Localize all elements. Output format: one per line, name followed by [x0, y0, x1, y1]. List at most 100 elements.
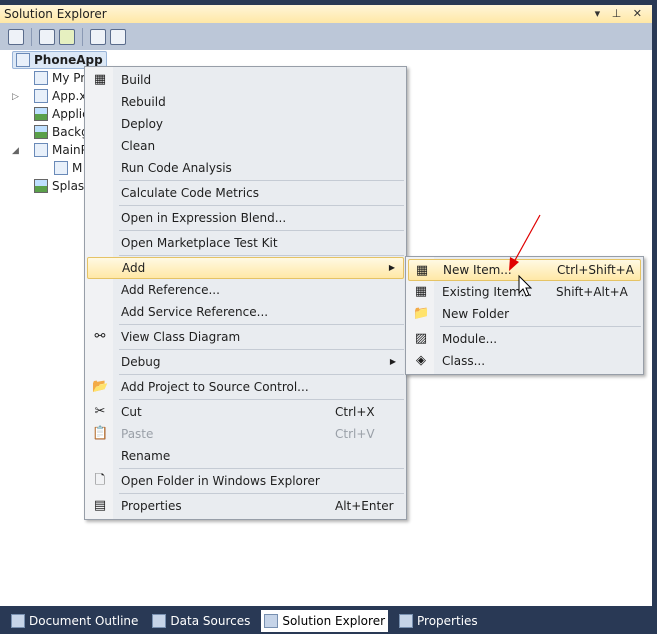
menu-item-paste: 📋 Paste Ctrl+V	[87, 423, 404, 445]
menu-item-calculate-code-metrics[interactable]: Calculate Code Metrics	[87, 182, 404, 204]
menu-item-add-reference[interactable]: Add Reference...	[87, 279, 404, 301]
menu-separator	[119, 468, 404, 469]
menu-item-label: Add Project to Source Control...	[121, 380, 309, 394]
panel-title: Solution Explorer	[4, 7, 107, 21]
menu-item-view-class-diagram[interactable]: ⚯ View Class Diagram	[87, 326, 404, 348]
menu-item-label: Paste	[121, 427, 154, 441]
class-diagram-icon: ⚯	[94, 329, 106, 344]
menu-item-add-project-to-source-control[interactable]: 📂 Add Project to Source Control...	[87, 376, 404, 398]
menu-item-label: Existing Item...	[442, 285, 533, 299]
dropdown-icon[interactable]: ▾	[595, 7, 605, 20]
menu-item-properties[interactable]: ▤ Properties Alt+Enter	[87, 495, 404, 517]
build-icon: ▦	[93, 72, 107, 87]
close-icon[interactable]: ✕	[633, 7, 646, 20]
menu-item-open-marketplace-test-kit[interactable]: Open Marketplace Test Kit	[87, 232, 404, 254]
menu-item-add[interactable]: Add ▶	[87, 257, 404, 279]
menu-item-deploy[interactable]: Deploy	[87, 113, 404, 135]
menu-item-rename[interactable]: Rename	[87, 445, 404, 467]
menu-separator	[119, 349, 404, 350]
menu-item-debug[interactable]: Debug ▶	[87, 351, 404, 373]
menu-item-label: Rename	[121, 449, 171, 463]
menu-item-shortcut: Ctrl+X	[335, 405, 375, 419]
view-designer-icon[interactable]	[110, 28, 126, 45]
menu-item-shortcut: Ctrl+V	[335, 427, 375, 441]
menu-item-add-service-reference[interactable]: Add Service Reference...	[87, 301, 404, 323]
menu-item-new-item[interactable]: ▦ New Item... Ctrl+Shift+A	[408, 259, 641, 281]
menu-item-label: Debug	[121, 355, 161, 369]
menu-item-open-in-expression-blend[interactable]: Open in Expression Blend...	[87, 207, 404, 229]
menu-item-class[interactable]: ◈ Class...	[408, 350, 641, 372]
menu-separator	[119, 493, 404, 494]
existing-item-icon: ▦	[414, 284, 428, 299]
image-file-icon	[34, 125, 48, 139]
solution-explorer-icon	[264, 614, 279, 628]
tree-item[interactable]: Backg	[34, 123, 89, 141]
tab-solution-explorer[interactable]: Solution Explorer	[261, 610, 389, 632]
tab-data-sources[interactable]: Data Sources	[149, 610, 253, 632]
submenu-arrow-icon: ▶	[388, 263, 395, 272]
expand-icon[interactable]: ▷	[12, 92, 19, 102]
menu-item-open-folder-in-windows-explorer[interactable]: 🗋 Open Folder in Windows Explorer	[87, 470, 404, 492]
menu-item-label: Calculate Code Metrics	[121, 186, 259, 200]
tree-item[interactable]: My Pr	[34, 69, 85, 87]
tab-label: Properties	[417, 614, 478, 628]
context-menu: ▦ Build Rebuild Deploy Clean Run Code Analysi…	[84, 66, 407, 520]
tab-properties[interactable]: Properties	[396, 610, 481, 632]
menu-separator	[119, 255, 404, 256]
menu-item-label: Module...	[442, 332, 498, 346]
image-file-icon	[34, 179, 48, 193]
properties-folder-icon	[34, 71, 48, 85]
module-icon: ▨	[414, 331, 428, 346]
menu-separator	[119, 205, 404, 206]
menu-item-label: New Item...	[443, 263, 512, 277]
tab-label: Solution Explorer	[282, 614, 386, 628]
project-name: PhoneApp	[34, 53, 103, 67]
view-code-icon[interactable]	[90, 28, 106, 45]
menu-item-rebuild[interactable]: Rebuild	[87, 91, 404, 113]
menu-item-label: New Folder	[442, 307, 510, 321]
submenu-arrow-icon: ▶	[389, 357, 396, 366]
folder-add-icon: 📂	[92, 379, 109, 394]
tree-item[interactable]: M	[54, 159, 82, 177]
menu-item-label: Cut	[121, 405, 142, 419]
menu-item-module[interactable]: ▨ Module...	[408, 328, 641, 350]
pin-icon[interactable]: ⊥	[612, 7, 626, 20]
tree-item[interactable]: Applic	[34, 105, 89, 123]
menu-separator	[440, 326, 641, 327]
menu-separator	[119, 180, 404, 181]
xaml-file-icon	[34, 89, 48, 103]
collapse-icon[interactable]: ◢	[12, 146, 19, 156]
menu-item-clean[interactable]: Clean	[87, 135, 404, 157]
menu-item-label: Open Folder in Windows Explorer	[121, 474, 320, 488]
menu-item-label: Add Reference...	[121, 283, 220, 297]
tree-item-label: App.x	[52, 89, 87, 103]
xaml-file-icon	[34, 143, 48, 157]
menu-item-label: Run Code Analysis	[121, 161, 232, 175]
menu-item-shortcut: Ctrl+Shift+A	[557, 263, 634, 277]
menu-separator	[119, 399, 404, 400]
menu-item-run-code-analysis[interactable]: Run Code Analysis	[87, 157, 404, 179]
scissors-icon: ✂	[94, 404, 106, 419]
menu-item-existing-item[interactable]: ▦ Existing Item... Shift+Alt+A	[408, 281, 641, 303]
tab-label: Document Outline	[29, 614, 139, 628]
show-all-files-icon[interactable]	[39, 28, 55, 45]
menu-item-build[interactable]: ▦ Build	[87, 69, 404, 91]
toolbar	[0, 23, 652, 50]
paste-icon: 📋	[92, 426, 109, 441]
tree-item[interactable]: MainP	[34, 141, 88, 159]
tree-item-label: MainP	[52, 143, 88, 157]
document-outline-icon	[11, 614, 25, 628]
refresh-icon[interactable]	[59, 28, 75, 45]
menu-item-cut[interactable]: ✂ Cut Ctrl+X	[87, 401, 404, 423]
tree-item[interactable]: App.x	[34, 87, 86, 105]
new-item-icon: ▦	[415, 263, 429, 278]
tab-document-outline[interactable]: Document Outline	[8, 610, 141, 632]
menu-item-label: Build	[121, 73, 152, 87]
class-icon: ◈	[416, 353, 426, 368]
tab-label: Data Sources	[170, 614, 251, 628]
menu-item-new-folder[interactable]: 📁 New Folder	[408, 303, 641, 325]
menu-item-label: Open Marketplace Test Kit	[121, 236, 278, 250]
menu-item-label: Deploy	[121, 117, 164, 131]
menu-item-shortcut: Alt+Enter	[335, 499, 394, 513]
properties-icon[interactable]	[8, 28, 24, 45]
